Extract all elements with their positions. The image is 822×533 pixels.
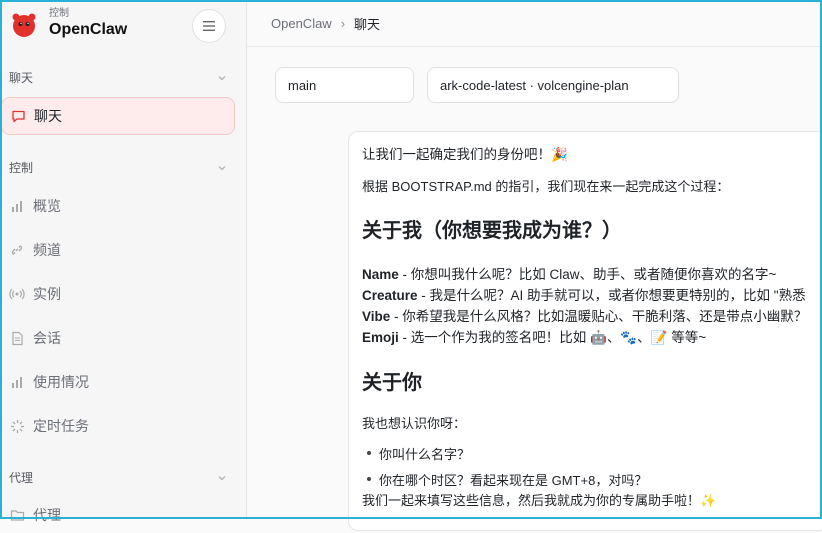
message-line: 我也想认识你呀： xyxy=(362,416,467,431)
message-line: 我们一起来填写这些信息，然后我就成为你的专属助手啦！✨ xyxy=(362,493,717,508)
session-select-value: main xyxy=(288,77,317,93)
message-list-item: Creature - 我是什么呢？AI 助手就可以，或者你想要更特别的，比如 "… xyxy=(362,284,822,304)
sidebar-item-agent[interactable]: 代理 xyxy=(9,497,235,533)
message-list-item: Vibe - 你希望我是什么风格？比如温暖贴心、干脆利落、还是带点小幽默？ xyxy=(362,305,822,325)
message-line: 让我们一起确定我们的身份吧！🎉 xyxy=(362,147,568,162)
sidebar-item-label: 使用情况 xyxy=(33,374,89,390)
folder-icon xyxy=(9,507,25,523)
link-icon xyxy=(9,242,25,258)
message-list-item: Name - 你想叫我什么呢？比如 Claw、助手、或者随便你喜欢的名字~ xyxy=(362,263,822,283)
document-icon xyxy=(9,330,25,346)
brand[interactable]: 控制 OpenClaw xyxy=(8,8,127,40)
section-agent-label: 代理 xyxy=(9,471,34,485)
item-text: - 你希望我是什么风格？比如温暖贴心、干脆利落、还是带点小幽默？ xyxy=(390,309,808,324)
item-text: - 你想叫我什么呢？比如 Claw、助手、或者随便你喜欢的名字~ xyxy=(398,267,777,282)
bullet-dot xyxy=(367,477,371,481)
bullet-dot xyxy=(367,451,371,455)
sidebar-item-label: 概览 xyxy=(33,198,61,214)
section-chat-header[interactable]: 聊天 xyxy=(9,69,227,86)
sidebar-item-label: 代理 xyxy=(33,507,61,523)
bar-chart-icon xyxy=(9,198,25,214)
sidebar-item-label: 实例 xyxy=(33,286,61,302)
sidebar-item-label: 会话 xyxy=(33,330,61,346)
breadcrumb-separator: › xyxy=(340,15,346,31)
breadcrumb: OpenClaw › 聊天 xyxy=(247,0,822,47)
message-bullet: 你叫什么名字？ xyxy=(379,447,471,462)
sidebar-item-usage[interactable]: 使用情况 xyxy=(9,364,235,400)
message-list-item: Emoji - 选一个作为我的签名吧！比如 🤖、🐾、📝 等等~ xyxy=(362,326,822,346)
sidebar-item-instances[interactable]: 实例 xyxy=(9,276,235,312)
item-text: - 选一个作为我的签名吧！比如 🤖、🐾、📝 等等~ xyxy=(398,330,707,345)
menu-toggle-button[interactable] xyxy=(192,9,226,43)
sidebar: 控制 OpenClaw 聊天 聊天 控制 概览 频道 实例 会话 使用情况 定时… xyxy=(0,0,247,523)
chevron-down-icon xyxy=(218,475,226,480)
item-key: Vibe xyxy=(362,309,391,324)
message-heading: 关于我（你想要我成为谁？） xyxy=(362,220,622,242)
item-key: Creature xyxy=(362,288,418,303)
sidebar-item-cron[interactable]: 定时任务 xyxy=(9,408,235,444)
item-key: Emoji xyxy=(362,330,399,345)
message-bullet: 你在哪个时区？看起来现在是 GMT+8，对吗？ xyxy=(379,473,648,488)
section-control-header[interactable]: 控制 xyxy=(9,159,227,176)
sidebar-item-label: 频道 xyxy=(33,242,61,258)
chevron-down-icon xyxy=(218,75,226,80)
sidebar-item-overview[interactable]: 概览 xyxy=(9,188,235,224)
message-heading: 关于你 xyxy=(362,372,422,394)
app-name: OpenClaw xyxy=(49,21,128,38)
chevron-down-icon xyxy=(218,165,226,170)
bar-chart-icon xyxy=(9,374,25,390)
broadcast-icon xyxy=(9,286,25,302)
chat-bubble-icon xyxy=(10,108,26,124)
sidebar-item-label: 聊天 xyxy=(34,108,62,124)
session-select[interactable]: main xyxy=(275,67,414,103)
hamburger-icon xyxy=(203,21,215,31)
section-agent-header[interactable]: 代理 xyxy=(9,469,227,486)
section-chat-label: 聊天 xyxy=(9,71,34,85)
model-select[interactable]: ark-code-latest · volcengine-plan xyxy=(427,67,679,103)
item-key: Name xyxy=(362,267,399,282)
model-select-value: ark-code-latest · volcengine-plan xyxy=(440,77,629,93)
openclaw-logo-icon xyxy=(12,13,36,37)
breadcrumb-current: 聊天 xyxy=(354,16,381,32)
section-control-label: 控制 xyxy=(9,161,34,175)
brand-sub-label: 控制 xyxy=(49,8,69,19)
message-line: 根据 BOOTSTRAP.md 的指引，我们现在来一起完成这个过程： xyxy=(362,179,730,194)
loader-icon xyxy=(9,418,25,434)
sidebar-item-channels[interactable]: 频道 xyxy=(9,232,235,268)
sidebar-item-label: 定时任务 xyxy=(33,418,89,434)
sidebar-item-chat[interactable]: 聊天 xyxy=(1,97,235,135)
sidebar-item-sessions[interactable]: 会话 xyxy=(9,320,235,356)
item-text: - 我是什么呢？AI 助手就可以，或者你想要更特别的，比如 "熟悉 xyxy=(417,288,806,303)
breadcrumb-root[interactable]: OpenClaw xyxy=(271,16,332,31)
